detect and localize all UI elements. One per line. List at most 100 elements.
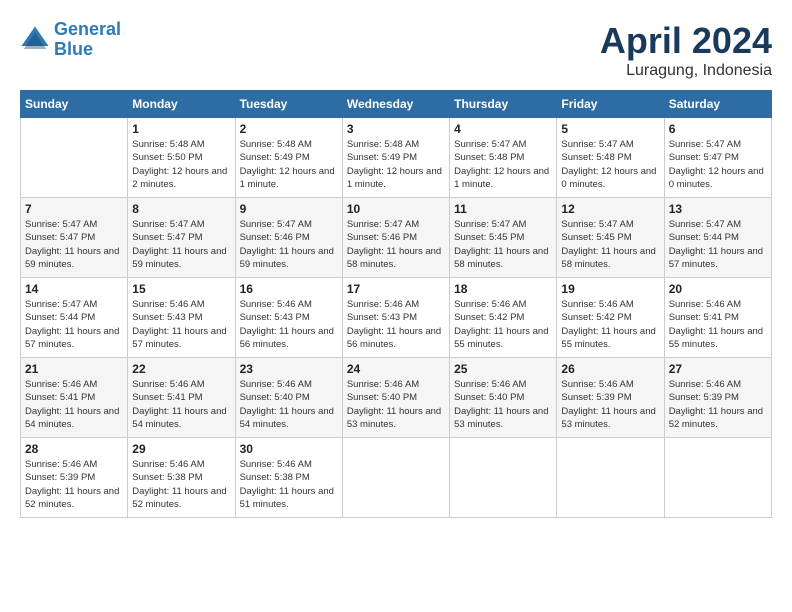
calendar-cell: 30 Sunrise: 5:46 AMSunset: 5:38 PMDayligh… — [235, 438, 342, 518]
day-number: 8 — [132, 202, 230, 216]
day-info: Sunrise: 5:46 AMSunset: 5:42 PMDaylight:… — [454, 298, 552, 351]
day-info: Sunrise: 5:47 AMSunset: 5:46 PMDaylight:… — [240, 218, 338, 271]
calendar-week-row: 1 Sunrise: 5:48 AMSunset: 5:50 PMDaylight… — [21, 118, 772, 198]
day-info: Sunrise: 5:46 AMSunset: 5:41 PMDaylight:… — [132, 378, 230, 431]
calendar-week-row: 14Sunrise: 5:47 AMSunset: 5:44 PMDayligh… — [21, 278, 772, 358]
day-info: Sunrise: 5:46 AMSunset: 5:38 PMDaylight:… — [132, 458, 230, 511]
day-number: 5 — [561, 122, 659, 136]
day-number: 21 — [25, 362, 123, 376]
day-info: Sunrise: 5:46 AMSunset: 5:42 PMDaylight:… — [561, 298, 659, 351]
day-info: Sunrise: 5:46 AMSunset: 5:43 PMDaylight:… — [132, 298, 230, 351]
day-number: 28 — [25, 442, 123, 456]
day-info: Sunrise: 5:46 AMSunset: 5:40 PMDaylight:… — [454, 378, 552, 431]
day-number: 19 — [561, 282, 659, 296]
calendar-cell: 9 Sunrise: 5:47 AMSunset: 5:46 PMDaylight… — [235, 198, 342, 278]
weekday-header-cell: Thursday — [450, 91, 557, 118]
weekday-header-cell: Sunday — [21, 91, 128, 118]
calendar-cell: 1 Sunrise: 5:48 AMSunset: 5:50 PMDaylight… — [128, 118, 235, 198]
day-info: Sunrise: 5:47 AMSunset: 5:47 PMDaylight:… — [25, 218, 123, 271]
calendar-cell: 10Sunrise: 5:47 AMSunset: 5:46 PMDayligh… — [342, 198, 449, 278]
location: Luragung, Indonesia — [600, 62, 772, 80]
day-info: Sunrise: 5:47 AMSunset: 5:44 PMDaylight:… — [669, 218, 767, 271]
calendar-cell: 12 Sunrise: 5:47 AMSunset: 5:45 PMDayligh… — [557, 198, 664, 278]
day-number: 24 — [347, 362, 445, 376]
month-title: April 2024 — [600, 20, 772, 62]
day-number: 22 — [132, 362, 230, 376]
calendar-cell — [664, 438, 771, 518]
day-info: Sunrise: 5:46 AMSunset: 5:43 PMDaylight:… — [347, 298, 445, 351]
day-number: 30 — [240, 442, 338, 456]
weekday-header-row: SundayMondayTuesdayWednesdayThursdayFrid… — [21, 91, 772, 118]
day-number: 26 — [561, 362, 659, 376]
day-number: 17 — [347, 282, 445, 296]
calendar-cell — [342, 438, 449, 518]
day-number: 1 — [132, 122, 230, 136]
day-number: 12 — [561, 202, 659, 216]
calendar-cell: 11 Sunrise: 5:47 AMSunset: 5:45 PMDayligh… — [450, 198, 557, 278]
weekday-header-cell: Friday — [557, 91, 664, 118]
calendar-cell: 4Sunrise: 5:47 AMSunset: 5:48 PMDaylight… — [450, 118, 557, 198]
logo-line2: Blue — [54, 39, 93, 59]
calendar-cell: 22 Sunrise: 5:46 AMSunset: 5:41 PMDayligh… — [128, 358, 235, 438]
day-number: 7 — [25, 202, 123, 216]
logo-text: General Blue — [54, 20, 121, 60]
calendar-cell: 15 Sunrise: 5:46 AMSunset: 5:43 PMDayligh… — [128, 278, 235, 358]
day-info: Sunrise: 5:46 AMSunset: 5:39 PMDaylight:… — [561, 378, 659, 431]
day-info: Sunrise: 5:47 AMSunset: 5:45 PMDaylight:… — [561, 218, 659, 271]
calendar-cell: 27 Sunrise: 5:46 AMSunset: 5:39 PMDayligh… — [664, 358, 771, 438]
day-number: 11 — [454, 202, 552, 216]
calendar-cell: 8 Sunrise: 5:47 AMSunset: 5:47 PMDaylight… — [128, 198, 235, 278]
day-info: Sunrise: 5:46 AMSunset: 5:41 PMDaylight:… — [25, 378, 123, 431]
day-info: Sunrise: 5:46 AMSunset: 5:38 PMDaylight:… — [240, 458, 338, 511]
calendar-cell: 16 Sunrise: 5:46 AMSunset: 5:43 PMDayligh… — [235, 278, 342, 358]
day-number: 9 — [240, 202, 338, 216]
calendar-cell: 17 Sunrise: 5:46 AMSunset: 5:43 PMDayligh… — [342, 278, 449, 358]
calendar-cell: 2 Sunrise: 5:48 AMSunset: 5:49 PMDaylight… — [235, 118, 342, 198]
calendar-cell — [21, 118, 128, 198]
day-info: Sunrise: 5:48 AMSunset: 5:49 PMDaylight:… — [240, 138, 338, 191]
day-number: 18 — [454, 282, 552, 296]
calendar-cell: 25 Sunrise: 5:46 AMSunset: 5:40 PMDayligh… — [450, 358, 557, 438]
day-info: Sunrise: 5:47 AMSunset: 5:48 PMDaylight:… — [454, 138, 552, 191]
day-info: Sunrise: 5:47 AMSunset: 5:47 PMDaylight:… — [132, 218, 230, 271]
day-number: 2 — [240, 122, 338, 136]
day-number: 25 — [454, 362, 552, 376]
day-number: 6 — [669, 122, 767, 136]
day-info: Sunrise: 5:46 AMSunset: 5:39 PMDaylight:… — [669, 378, 767, 431]
calendar-cell: 26 Sunrise: 5:46 AMSunset: 5:39 PMDayligh… — [557, 358, 664, 438]
day-number: 29 — [132, 442, 230, 456]
logo-line1: General — [54, 19, 121, 39]
calendar-cell: 19 Sunrise: 5:46 AMSunset: 5:42 PMDayligh… — [557, 278, 664, 358]
day-number: 27 — [669, 362, 767, 376]
title-block: April 2024 Luragung, Indonesia — [600, 20, 772, 80]
day-info: Sunrise: 5:46 AMSunset: 5:39 PMDaylight:… — [25, 458, 123, 511]
calendar-cell: 28 Sunrise: 5:46 AMSunset: 5:39 PMDayligh… — [21, 438, 128, 518]
calendar-cell: 18 Sunrise: 5:46 AMSunset: 5:42 PMDayligh… — [450, 278, 557, 358]
day-number: 15 — [132, 282, 230, 296]
calendar-cell: 21 Sunrise: 5:46 AMSunset: 5:41 PMDayligh… — [21, 358, 128, 438]
weekday-header-cell: Saturday — [664, 91, 771, 118]
calendar-cell: 20Sunrise: 5:46 AMSunset: 5:41 PMDayligh… — [664, 278, 771, 358]
calendar-cell: 24Sunrise: 5:46 AMSunset: 5:40 PMDayligh… — [342, 358, 449, 438]
day-number: 16 — [240, 282, 338, 296]
day-info: Sunrise: 5:46 AMSunset: 5:41 PMDaylight:… — [669, 298, 767, 351]
calendar-cell: 13 Sunrise: 5:47 AMSunset: 5:44 PMDayligh… — [664, 198, 771, 278]
page-header: General Blue April 2024 Luragung, Indone… — [20, 20, 772, 80]
calendar-cell — [557, 438, 664, 518]
day-info: Sunrise: 5:47 AMSunset: 5:48 PMDaylight:… — [561, 138, 659, 191]
day-number: 3 — [347, 122, 445, 136]
day-info: Sunrise: 5:47 AMSunset: 5:44 PMDaylight:… — [25, 298, 123, 351]
day-info: Sunrise: 5:46 AMSunset: 5:40 PMDaylight:… — [240, 378, 338, 431]
calendar-week-row: 28 Sunrise: 5:46 AMSunset: 5:39 PMDayligh… — [21, 438, 772, 518]
calendar-body: 1 Sunrise: 5:48 AMSunset: 5:50 PMDaylight… — [21, 118, 772, 518]
day-info: Sunrise: 5:47 AMSunset: 5:45 PMDaylight:… — [454, 218, 552, 271]
day-number: 13 — [669, 202, 767, 216]
day-info: Sunrise: 5:46 AMSunset: 5:43 PMDaylight:… — [240, 298, 338, 351]
weekday-header-cell: Monday — [128, 91, 235, 118]
day-info: Sunrise: 5:47 AMSunset: 5:47 PMDaylight:… — [669, 138, 767, 191]
calendar-week-row: 21 Sunrise: 5:46 AMSunset: 5:41 PMDayligh… — [21, 358, 772, 438]
calendar-week-row: 7 Sunrise: 5:47 AMSunset: 5:47 PMDaylight… — [21, 198, 772, 278]
logo-icon — [20, 25, 50, 55]
calendar-cell: 14Sunrise: 5:47 AMSunset: 5:44 PMDayligh… — [21, 278, 128, 358]
day-info: Sunrise: 5:48 AMSunset: 5:50 PMDaylight:… — [132, 138, 230, 191]
